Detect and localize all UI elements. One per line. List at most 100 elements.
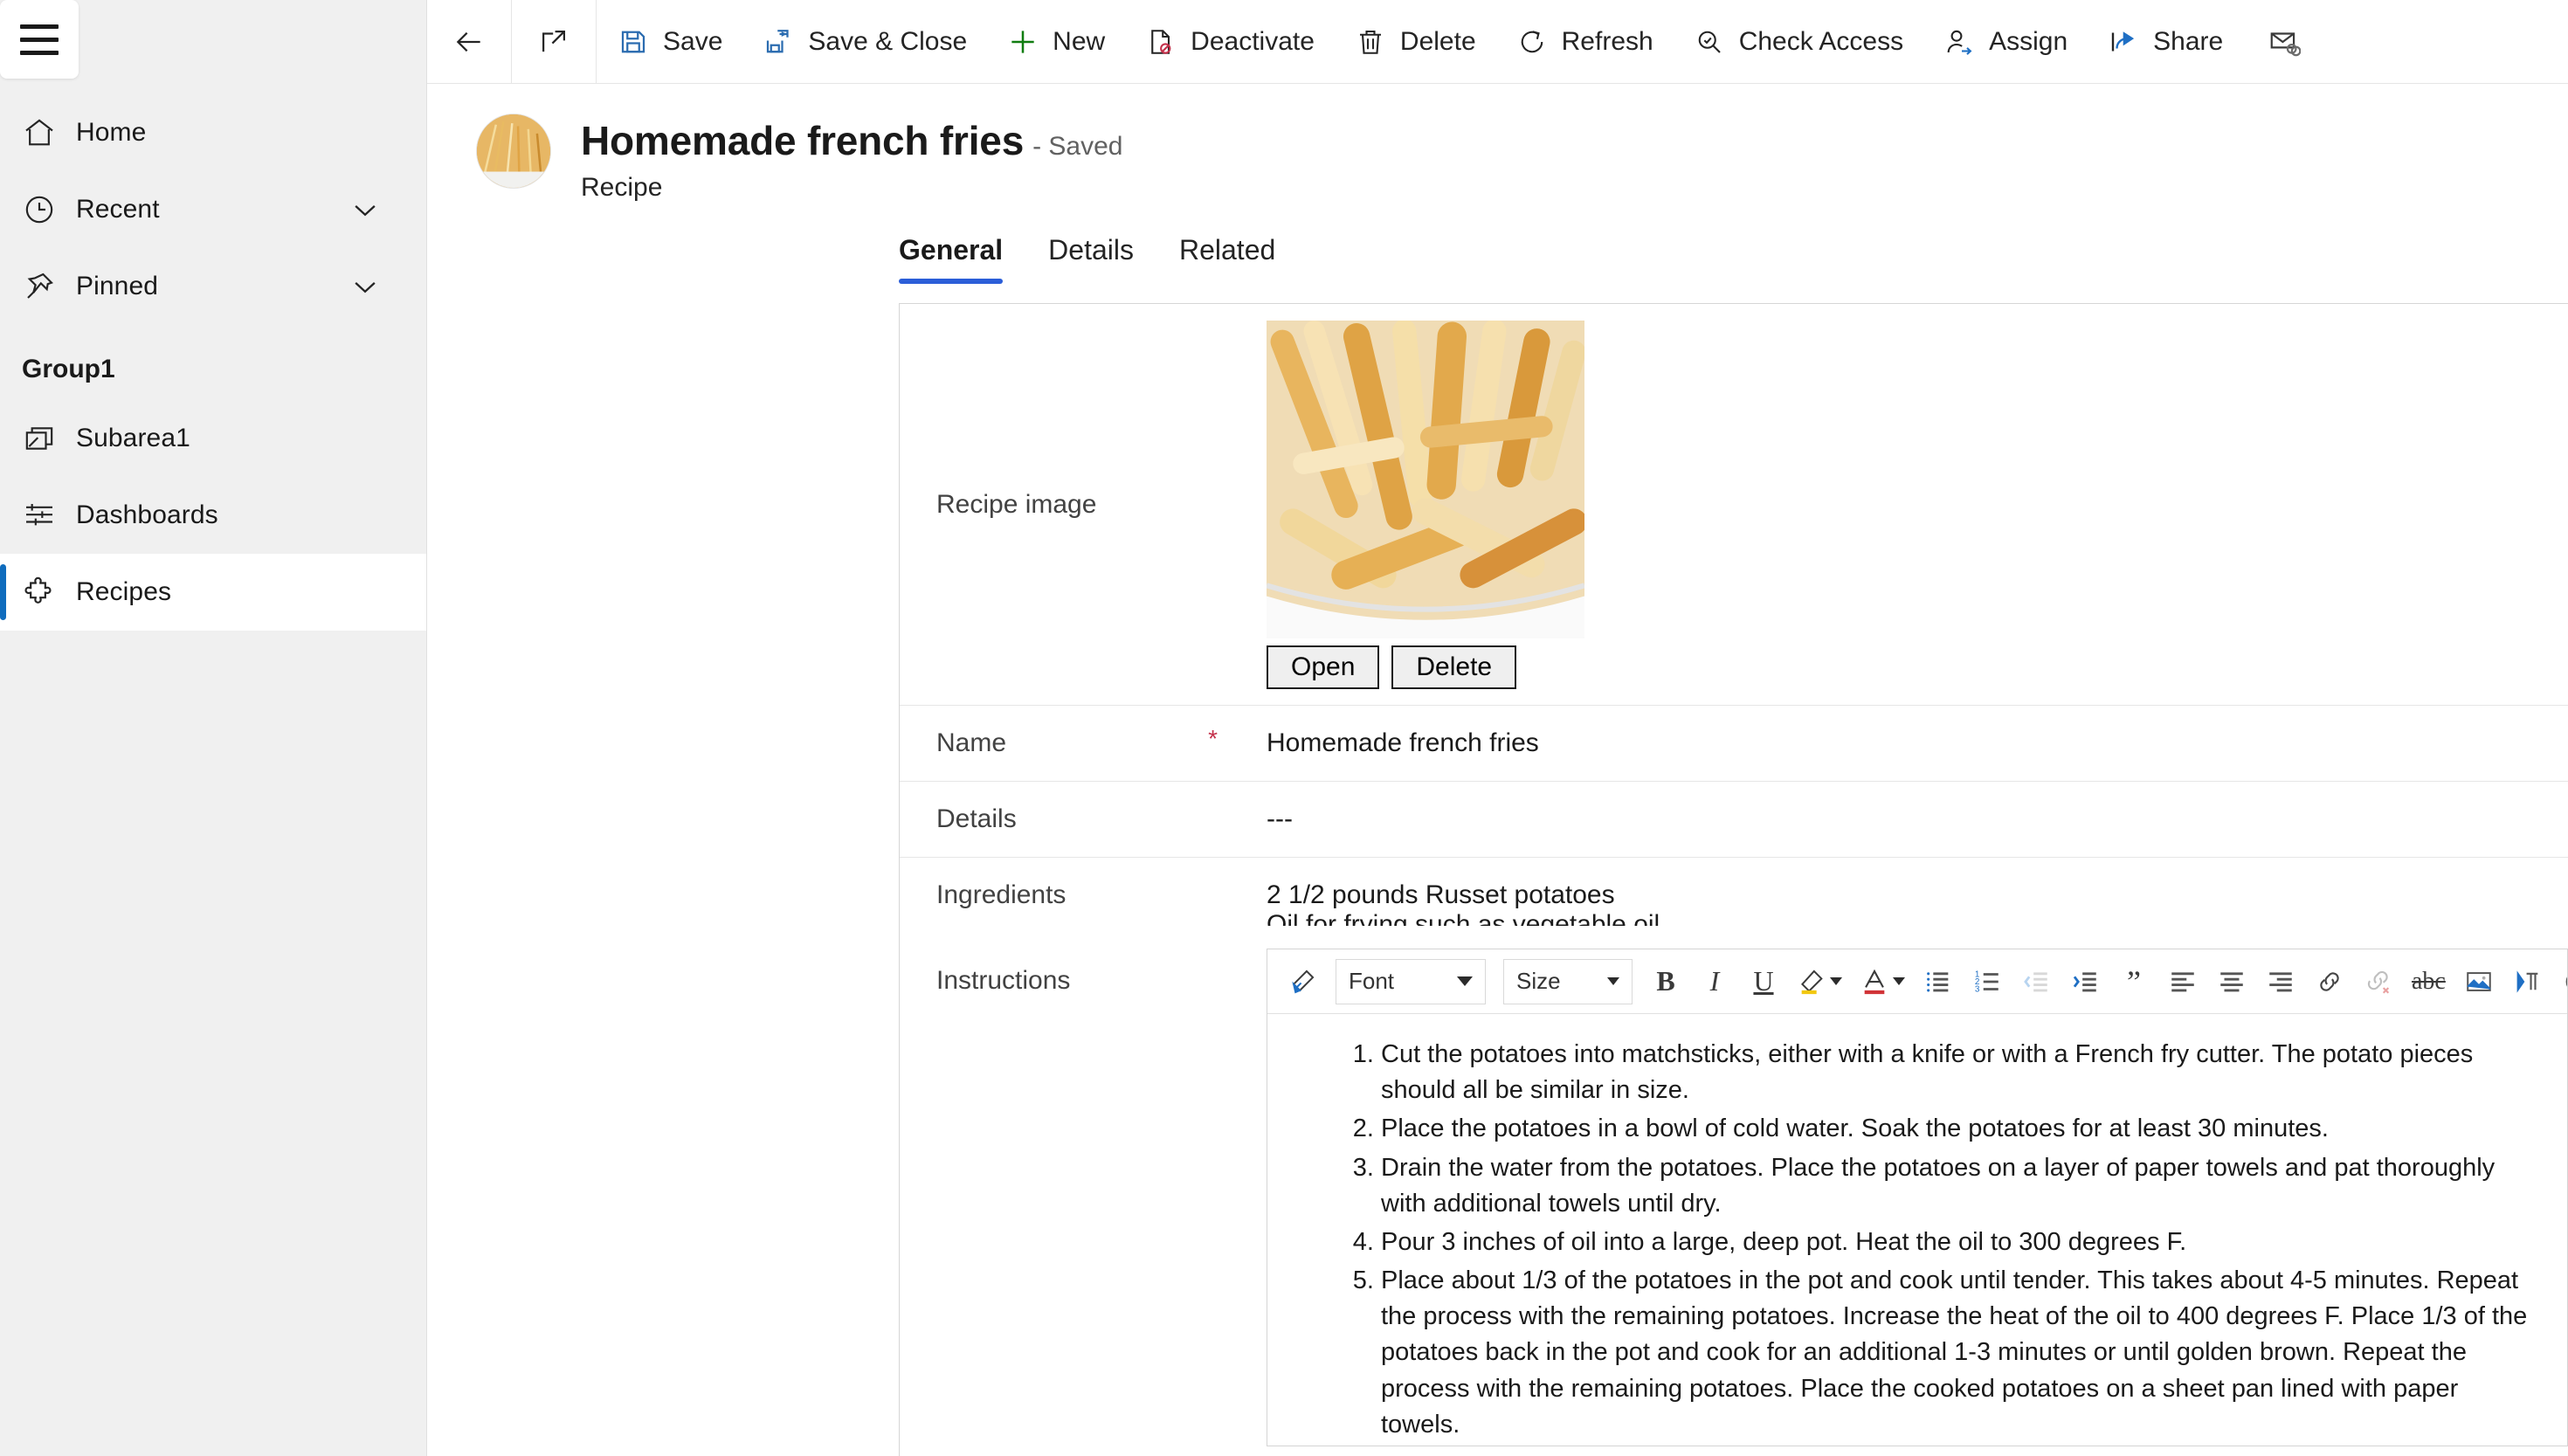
share-button[interactable]: Share <box>2087 0 2242 83</box>
home-icon <box>22 115 76 150</box>
align-center-icon[interactable] <box>2209 956 2254 1008</box>
sidebar-item-pinned[interactable]: Pinned <box>0 248 426 325</box>
field-details: Details --- <box>900 782 2568 858</box>
pin-icon <box>22 269 76 304</box>
entity-icon <box>22 421 76 456</box>
sidebar-item-label: Home <box>76 118 147 147</box>
underline-label: U <box>1753 965 1774 997</box>
sidebar-item-label: Pinned <box>76 272 159 300</box>
decrease-indent-icon[interactable] <box>2013 956 2059 1008</box>
tab-general[interactable]: General <box>899 234 1025 284</box>
image-actions: Open Delete <box>1267 645 2568 689</box>
recipe-image-preview[interactable] <box>1267 320 1584 638</box>
hamburger-bar <box>20 24 59 29</box>
chevron-down-icon <box>1457 976 1473 986</box>
field-value-name[interactable]: Homemade french fries <box>1267 706 2568 781</box>
sidebar-item-label: Subarea1 <box>76 424 190 452</box>
hamburger-bar <box>20 37 59 42</box>
blockquote-icon[interactable]: ” <box>2111 956 2157 1008</box>
main-area: Save Save & Close New Deactivate Delete … <box>427 0 2568 1456</box>
tab-related[interactable]: Related <box>1156 234 1298 284</box>
field-label-name: Name * <box>900 706 1267 781</box>
hamburger-bar <box>20 50 59 55</box>
page-title: Homemade french fries <box>581 118 1025 163</box>
refresh-icon <box>1515 24 1550 59</box>
image-icon[interactable] <box>2456 956 2502 1008</box>
font-size-select[interactable]: Size <box>1503 958 1633 1004</box>
highlight-icon[interactable] <box>1790 956 1849 1008</box>
numbered-list-icon[interactable]: 1 2 3 <box>1964 956 2010 1008</box>
strikethrough-icon[interactable]: abc <box>2405 956 2453 1008</box>
site-map-hamburger-button[interactable] <box>0 0 79 79</box>
field-label-instructions: Instructions <box>936 966 1071 995</box>
increase-indent-icon[interactable] <box>2062 956 2108 1008</box>
underline-button[interactable]: U <box>1741 956 1786 1008</box>
new-button[interactable]: New <box>986 0 1124 83</box>
check-access-button-label: Check Access <box>1738 26 1904 56</box>
delete-button[interactable]: Delete <box>1334 0 1495 83</box>
sidebar-item-subarea1[interactable]: Subarea1 <box>0 400 426 477</box>
delete-image-button[interactable]: Delete <box>1391 645 1517 689</box>
unlink-icon[interactable] <box>2356 956 2401 1008</box>
field-value-details[interactable]: --- <box>1267 782 2568 857</box>
tab-details[interactable]: Details <box>1025 234 1156 284</box>
sidebar-item-dashboards[interactable]: Dashboards <box>0 477 426 554</box>
field-recipe-image: Recipe image Open Delete <box>900 304 2568 706</box>
align-left-icon[interactable] <box>2160 956 2206 1008</box>
deactivate-button-label: Deactivate <box>1191 26 1315 56</box>
check-access-button[interactable]: Check Access <box>1673 0 1923 83</box>
italic-button[interactable]: I <box>1692 956 1737 1008</box>
form-tabs: General Details Related <box>427 234 2568 284</box>
open-image-button[interactable]: Open <box>1267 645 1380 689</box>
sidebar: Home Recent Pinned Group1 Subarea1 Dashb… <box>0 0 427 1456</box>
strikethrough-label: abc <box>2412 967 2446 995</box>
link-icon[interactable] <box>2307 956 2352 1008</box>
back-button[interactable] <box>427 0 511 83</box>
font-color-icon[interactable] <box>1853 956 1912 1008</box>
chevron-down-icon[interactable] <box>348 192 383 227</box>
bulleted-list-icon[interactable] <box>1916 956 1961 1008</box>
save-status: - Saved <box>1032 132 1123 161</box>
app-root: Home Recent Pinned Group1 Subarea1 Dashb… <box>0 0 2568 1456</box>
refresh-button[interactable]: Refresh <box>1495 0 1673 83</box>
font-size-label: Size <box>1516 968 1561 994</box>
rich-text-editor: Font Size B I U 1 2 3 ” abc 1. Cut the p… <box>1267 949 2568 1446</box>
assign-button-label: Assign <box>1989 26 2068 56</box>
chevron-down-icon <box>1893 977 1905 985</box>
sidebar-item-label: Recipes <box>76 577 172 606</box>
rich-text-content[interactable]: Cut the potatoes into matchsticks, eithe… <box>1267 1014 2567 1446</box>
format-painter-icon[interactable] <box>1280 956 1325 1008</box>
assign-button[interactable]: Assign <box>1923 0 2087 83</box>
check-access-icon <box>1692 24 1727 59</box>
delete-button-label: Delete <box>1399 26 1476 56</box>
deactivate-button[interactable]: Deactivate <box>1124 0 1334 83</box>
save-button[interactable]: Save <box>597 0 742 83</box>
list-item: Cut the potatoes into matchsticks, eithe… <box>1381 1037 2541 1108</box>
avatar <box>476 114 551 189</box>
align-right-icon[interactable] <box>2258 956 2303 1008</box>
more-commands-icon[interactable] <box>2554 956 2567 1008</box>
entity-name: Recipe <box>581 173 663 202</box>
font-family-label: Font <box>1349 968 1395 994</box>
list-item: Pour 3 inches of oil into a large, deep … <box>1381 1225 2541 1260</box>
field-value-ingredients[interactable]: 2 1/2 pounds Russet potatoes Oil for fry… <box>1267 858 2568 926</box>
save-button-label: Save <box>663 26 723 56</box>
sidebar-nav-list: Home Recent Pinned Group1 Subarea1 Dashb… <box>0 79 426 631</box>
save-and-close-button[interactable]: Save & Close <box>742 0 986 83</box>
save-and-close-button-label: Save & Close <box>808 26 968 56</box>
email-link-button[interactable] <box>2242 0 2326 83</box>
text-direction-icon[interactable] <box>2505 956 2551 1008</box>
sidebar-item-home[interactable]: Home <box>0 94 426 171</box>
sidebar-item-recipes[interactable]: Recipes <box>0 554 426 631</box>
refresh-button-label: Refresh <box>1561 26 1653 56</box>
recipe-image-body: Open Delete <box>1267 320 2568 689</box>
font-family-select[interactable]: Font <box>1336 958 1486 1004</box>
assign-icon <box>1942 24 1977 59</box>
popout-icon <box>536 24 571 59</box>
sidebar-item-recent[interactable]: Recent <box>0 171 426 248</box>
popout-button[interactable] <box>512 0 596 83</box>
sidebar-group-title: Group1 <box>22 355 115 383</box>
chevron-down-icon[interactable] <box>348 269 383 304</box>
bold-button[interactable]: B <box>1643 956 1688 1008</box>
avatar-fries-image <box>477 114 550 188</box>
